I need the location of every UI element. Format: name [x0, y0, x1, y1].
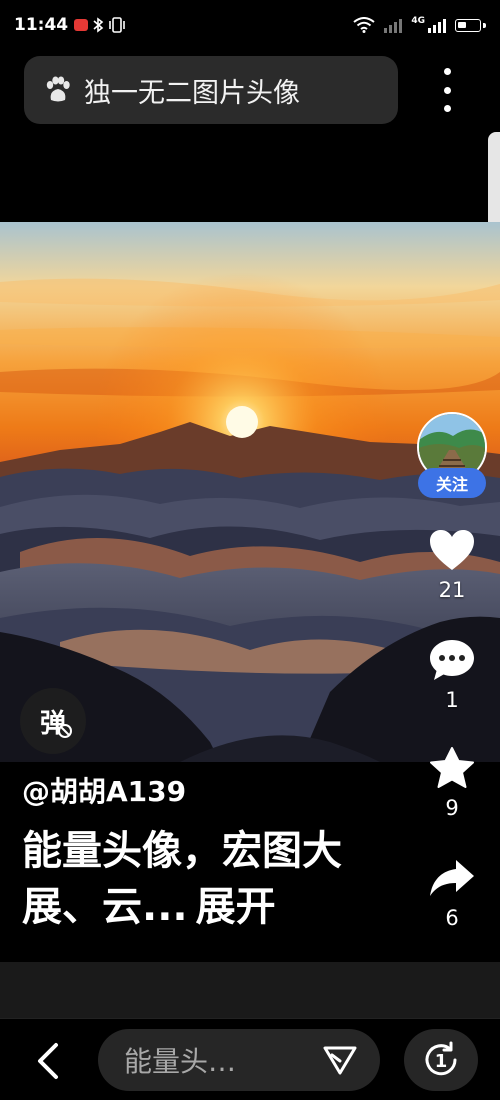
status-time: 11:44 — [14, 15, 69, 35]
more-dot — [443, 68, 451, 75]
author-name[interactable]: @胡胡A139 — [22, 770, 186, 810]
caption-text: 能量头像，宏图大展、云... — [22, 828, 342, 930]
bottom-bar: 能量头… 1 — [0, 1018, 500, 1100]
status-bar: 11:44 4G — [0, 0, 500, 50]
network-type: 4G — [411, 16, 425, 26]
danmaku-toggle[interactable]: 弹 — [20, 688, 86, 754]
send-icon[interactable] — [322, 1044, 358, 1076]
paw-icon — [46, 76, 70, 102]
comment-count: 1 — [445, 688, 459, 712]
search-bar[interactable]: 独一无二图片头像 — [24, 56, 398, 124]
follow-button[interactable]: 关注 — [418, 468, 486, 498]
history-label: 1 — [435, 1051, 448, 1072]
share-icon — [430, 860, 474, 896]
favorite-action[interactable]: 9 — [412, 746, 492, 820]
refresh-one-icon: 1 — [425, 1041, 457, 1076]
danmaku-off-icon — [58, 724, 72, 738]
favorite-count: 9 — [445, 796, 459, 820]
bottom-search-text: 能量头… — [124, 1045, 237, 1078]
video-caption[interactable]: 能量头像，宏图大展、云... 展开 — [22, 823, 382, 935]
comment-action[interactable]: 1 — [412, 638, 492, 712]
comment-icon — [430, 640, 474, 680]
more-dot — [443, 86, 451, 94]
back-icon[interactable] — [34, 1041, 64, 1081]
status-right-icons: 4G — [353, 16, 486, 33]
battery-icon — [455, 18, 481, 32]
bottom-search-bar[interactable]: 能量头… — [98, 1029, 380, 1091]
wifi-icon — [353, 17, 375, 33]
search-query: 独一无二图片头像 — [84, 77, 300, 109]
like-action[interactable]: 21 — [412, 528, 492, 602]
star-icon — [430, 747, 474, 788]
history-button[interactable]: 1 — [404, 1029, 478, 1091]
recording-icon — [74, 19, 89, 31]
heart-icon — [430, 530, 474, 570]
more-dot — [443, 105, 451, 112]
share-action[interactable]: 6 — [412, 856, 492, 930]
signal-icon-2 — [428, 19, 446, 33]
share-count: 6 — [445, 906, 459, 930]
status-left-icons — [74, 17, 126, 33]
signal-icon — [384, 19, 403, 33]
like-count: 21 — [438, 578, 466, 602]
content-divider-band — [0, 962, 500, 1018]
bluetooth-icon — [93, 17, 104, 33]
battery-tip — [483, 22, 486, 28]
vibrate-icon — [109, 17, 125, 33]
more-options-button[interactable] — [434, 68, 460, 112]
expand-link[interactable]: 展开 — [196, 884, 276, 930]
